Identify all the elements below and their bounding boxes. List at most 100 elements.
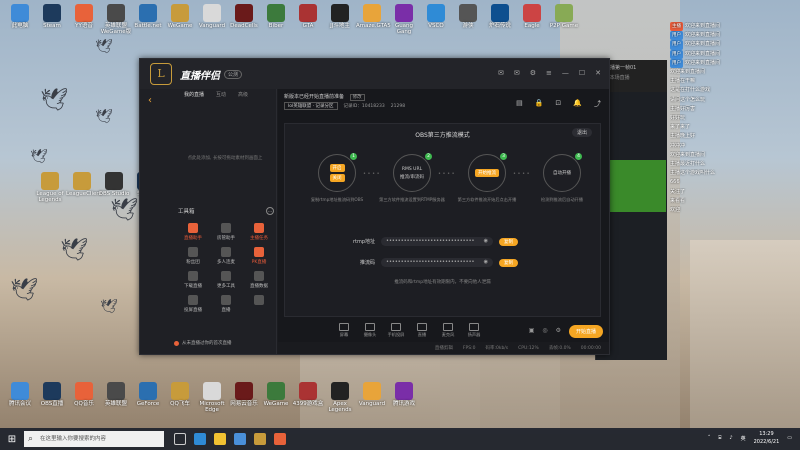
top-desktop-icon[interactable]: Steam <box>36 4 68 29</box>
rtmp-input[interactable]: •••••••••••••••••••••••••••••• ◉ <box>381 237 493 246</box>
source-tool[interactable]: 屏幕 <box>334 322 354 338</box>
windows-start-icon[interactable]: ⊞ <box>0 434 24 445</box>
step-button[interactable]: 关闭 <box>329 174 345 182</box>
tool-item[interactable]: 直播 <box>211 295 241 313</box>
copy-key-button[interactable]: 复制 <box>499 258 518 267</box>
bottom-desktop-icon[interactable]: 腾讯游戏 <box>388 382 420 407</box>
minimize-icon[interactable]: — <box>562 69 569 77</box>
sidebar-tab[interactable]: 高级 <box>238 91 248 98</box>
maximize-icon[interactable]: ☐ <box>579 69 585 77</box>
top-desktop-icon[interactable]: 此电脑 <box>4 4 36 29</box>
bottom-desktop-icon[interactable]: 英雄联盟 <box>100 382 132 407</box>
bottom-desktop-icon[interactable]: Vanguard <box>356 382 388 407</box>
explorer-icon[interactable] <box>214 433 226 445</box>
sidebar-tab[interactable]: 互动 <box>216 91 226 98</box>
bottom-desktop-icon[interactable]: WeGame <box>260 382 292 407</box>
top-desktop-icon[interactable]: Biber <box>260 4 292 29</box>
eye-icon[interactable]: ◉ <box>484 237 488 246</box>
top-desktop-icon[interactable]: WeGame <box>164 4 196 29</box>
edge-icon[interactable] <box>194 433 206 445</box>
key-input[interactable]: •••••••••••••••••••••••••••••• ◉ <box>381 258 493 267</box>
ime-indicator[interactable]: 英 <box>741 435 746 442</box>
tool-item[interactable]: 粉丝团 <box>178 247 208 265</box>
taskbar-search[interactable]: 在这里输入你要搜索的内容 <box>24 431 164 447</box>
bottom-desktop-icon[interactable]: OBS直播 <box>36 382 68 407</box>
network-icon[interactable]: ⌸ <box>718 435 721 441</box>
tool-item[interactable]: 直播数据 <box>244 271 274 289</box>
top-desktop-icon[interactable]: GTA <box>292 4 324 29</box>
copy-rtmp-button[interactable]: 复制 <box>499 237 518 246</box>
top-desktop-icon[interactable]: 英雄联盟WeGame版 <box>100 4 132 35</box>
step-button[interactable]: 开启 <box>329 164 345 172</box>
tool-item[interactable]: 下载直播 <box>178 271 208 289</box>
skin-icon[interactable]: ✉ <box>498 69 504 77</box>
lock-icon[interactable]: 🔒 <box>535 99 544 109</box>
top-desktop-icon[interactable]: Amaze.GTA5 <box>356 4 391 29</box>
top-desktop-icon[interactable]: Vanguard <box>196 4 228 29</box>
tool-item[interactable] <box>244 295 274 313</box>
bottom-desktop-icon[interactable]: QQ飞车 <box>164 382 196 407</box>
sidebar-tab[interactable]: 我的直播 <box>184 91 204 98</box>
source-tool[interactable]: 手机投屏 <box>386 322 406 338</box>
bottom-desktop-icon[interactable]: 网易云音乐 <box>228 382 260 407</box>
tool-item[interactable]: 多人连麦 <box>211 247 241 265</box>
start-live-button[interactable]: 开始直播 <box>568 325 603 338</box>
bottom-desktop-icon[interactable]: QQ音乐 <box>68 382 100 407</box>
source-tool[interactable]: 扬声器 <box>464 322 484 338</box>
step-button[interactable]: 开始推流 <box>475 169 499 177</box>
source-tool[interactable]: 摄像头 <box>360 322 380 338</box>
top-desktop-icon[interactable]: 游侠 <box>452 4 484 29</box>
settings-icon[interactable]: ⚙ <box>530 69 536 77</box>
top-desktop-icon[interactable]: Guang Gang <box>388 4 420 35</box>
mid-desktop-icon[interactable]: OBS Studio <box>98 172 130 197</box>
share-icon[interactable]: ⤴ <box>594 99 601 109</box>
top-desktop-icon[interactable]: VSCO <box>420 4 452 29</box>
mid-desktop-icon[interactable]: LeagueClient <box>66 172 102 197</box>
bottom-desktop-icon[interactable]: Microsoft Edge <box>196 382 228 413</box>
eye-toggle-icon[interactable]: ◎ <box>542 327 547 334</box>
toolbox-more-icon[interactable]: … <box>266 207 274 215</box>
tool-item[interactable]: 房管助手 <box>211 223 241 241</box>
store-icon[interactable] <box>234 433 246 445</box>
tool-item[interactable]: 直播助手 <box>178 223 208 241</box>
menu-icon[interactable]: ≡ <box>546 69 552 77</box>
source-tool[interactable]: 直播 <box>412 322 432 338</box>
tool-item[interactable]: PK直播 <box>244 247 274 265</box>
source-tool[interactable]: 麦克风 <box>438 322 458 338</box>
top-desktop-icon[interactable]: YY语音 <box>68 4 100 29</box>
first-live-notice[interactable]: 从未直播过你的首次直播 <box>174 340 232 346</box>
taskview-icon[interactable] <box>174 433 186 445</box>
gear-icon[interactable]: ⚙ <box>556 327 561 334</box>
tool-item[interactable]: 更多工具 <box>211 271 241 289</box>
collapse-sidebar-icon[interactable]: ‹ <box>148 95 152 106</box>
mid-desktop-icon[interactable]: League of Legends <box>34 172 66 203</box>
tool-item[interactable]: 主播任务 <box>244 223 274 241</box>
bottom-desktop-icon[interactable]: 4399游戏盒 <box>292 382 324 407</box>
volume-icon[interactable]: ♪ <box>729 435 732 441</box>
record-icon[interactable]: ⊡ <box>555 99 561 109</box>
camera-icon[interactable]: ▣ <box>529 327 535 334</box>
top-desktop-icon[interactable]: JJ斗地主 <box>324 4 356 29</box>
tray-up-icon[interactable]: ˄ <box>708 435 711 441</box>
app-titlebar[interactable]: L 直播伴侣 公测 ✉ ✉ ⚙ ≡ — ☐ ✕ <box>140 59 609 89</box>
top-desktop-icon[interactable]: 炉石传说 <box>484 4 516 29</box>
category-selector[interactable]: lol英雄联盟 · 记录分区 <box>284 102 338 110</box>
bottom-desktop-icon[interactable]: 腾讯会议 <box>4 382 36 407</box>
layout-icon[interactable]: ▤ <box>516 99 523 109</box>
top-desktop-icon[interactable]: DeadCells <box>228 4 260 29</box>
bottom-desktop-icon[interactable]: GeForce <box>132 382 164 407</box>
lol-icon[interactable] <box>254 433 266 445</box>
bell-icon[interactable]: 🔔 <box>573 99 582 109</box>
top-desktop-icon[interactable]: Eagle <box>516 4 548 29</box>
message-icon[interactable]: ✉ <box>514 69 520 77</box>
clock[interactable]: 13:29 2022/6/21 <box>754 430 780 446</box>
live-app-icon[interactable] <box>274 433 286 445</box>
edit-title-button[interactable]: 修改 <box>349 94 365 101</box>
eye-icon[interactable]: ◉ <box>484 258 488 267</box>
tool-item[interactable]: 投屏直播 <box>178 295 208 313</box>
obs-exit-button[interactable]: 退出 <box>571 128 592 137</box>
notification-icon[interactable]: ▭ <box>787 435 792 441</box>
top-desktop-icon[interactable]: P2P Game <box>548 4 580 29</box>
top-desktop-icon[interactable]: Battle.net <box>132 4 164 29</box>
bottom-desktop-icon[interactable]: Apex Legends <box>324 382 356 413</box>
